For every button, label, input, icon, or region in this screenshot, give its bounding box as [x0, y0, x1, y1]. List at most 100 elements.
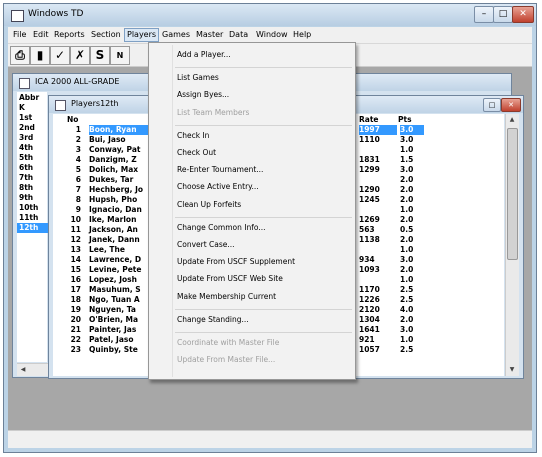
player-cell-rate: 1304	[359, 315, 380, 324]
menu-separator	[175, 332, 352, 333]
player-cell-rate: 1110	[359, 135, 380, 144]
menu-separator	[175, 216, 352, 218]
player-cell-pts: 4.0	[400, 305, 414, 314]
status-bar	[8, 430, 532, 448]
print-icon[interactable]: ⎙	[10, 46, 30, 65]
player-cell-name: Lawrence, D	[89, 255, 142, 264]
menu-item-make-membership-current[interactable]: Make Membership Current	[177, 291, 276, 302]
section-window-title: ICA 2000 ALL-GRADE	[35, 77, 120, 86]
players-scroll-thumb[interactable]	[507, 128, 518, 260]
player-cell-no: 13	[70, 245, 81, 254]
player-cell-name: Quinby, Ste	[89, 345, 138, 354]
player-cell-pts: 2.0	[400, 235, 414, 244]
player-cell-rate: 563	[359, 225, 375, 234]
player-cell-pts: 3.0	[400, 255, 414, 264]
player-cell-pts: 3.0	[400, 165, 414, 174]
player-cell-rate: 1057	[359, 345, 380, 354]
title-bar[interactable]: Windows TD – □ ✕	[4, 4, 536, 26]
section-row[interactable]: 6th	[17, 163, 49, 173]
player-cell-name: Dolich, Max	[89, 165, 139, 174]
section-row[interactable]: 1st	[17, 113, 49, 123]
section-row[interactable]: 3rd	[17, 133, 49, 143]
menu-players[interactable]: Players	[124, 28, 160, 42]
menu-edit[interactable]: Edit	[31, 29, 51, 41]
menu-separator	[175, 67, 352, 69]
player-cell-rate: 1290	[359, 185, 380, 194]
player-cell-rate: 1299	[359, 165, 380, 174]
menu-item-update-from-uscf-web-site[interactable]: Update From USCF Web Site	[177, 273, 283, 284]
player-cell-name: Ignacio, Dan	[89, 205, 142, 214]
section-row[interactable]: 11th	[17, 213, 49, 223]
player-cell-no: 23	[70, 345, 81, 354]
player-cell-pts: 0.5	[400, 225, 414, 234]
menu-item-choose-active-entry[interactable]: Choose Active Entry...	[177, 181, 259, 192]
player-cell-name: Masuhum, S	[89, 285, 141, 294]
double-check-icon[interactable]: ✗	[70, 46, 90, 65]
menu-item-assign-byes[interactable]: Assign Byes...	[177, 89, 229, 100]
section-row[interactable]: 12th	[17, 223, 49, 233]
player-cell-no: 9	[75, 205, 81, 214]
menu-file[interactable]: File	[11, 29, 28, 41]
player-cell-pts: 2.0	[400, 315, 414, 324]
player-cell-no: 11	[70, 225, 81, 234]
menu-section[interactable]: Section	[89, 29, 123, 41]
player-cell-pts: 2.5	[400, 285, 414, 294]
section-row[interactable]: 9th	[17, 193, 49, 203]
menu-item-re-enter-tournament[interactable]: Re-Enter Tournament...	[177, 164, 263, 175]
menu-item-check-in[interactable]: Check In	[177, 130, 209, 141]
scroll-left-icon[interactable]: ◀	[17, 364, 29, 376]
section-row[interactable]: 2nd	[17, 123, 49, 133]
menu-separator	[175, 308, 352, 310]
section-row[interactable]: 5th	[17, 153, 49, 163]
n-icon[interactable]: N	[110, 46, 130, 65]
player-cell-no: 2	[75, 135, 81, 144]
players-header-pts: Pts	[398, 115, 412, 124]
player-cell-pts: 1.5	[400, 155, 414, 164]
s-icon[interactable]: S	[90, 46, 110, 65]
menu-data[interactable]: Data	[227, 29, 250, 41]
menu-item-list-games[interactable]: List Games	[177, 72, 219, 83]
section-row[interactable]: 8th	[17, 183, 49, 193]
menu-master[interactable]: Master	[194, 29, 225, 41]
player-cell-name: Jackson, An	[89, 225, 138, 234]
player-cell-pts: 2.0	[400, 265, 414, 274]
section-row[interactable]: 7th	[17, 173, 49, 183]
menu-reports[interactable]: Reports	[52, 29, 87, 41]
section-row[interactable]: K	[17, 103, 49, 113]
menu-help[interactable]: Help	[291, 29, 313, 41]
section-row[interactable]: 4th	[17, 143, 49, 153]
player-cell-rate: 2120	[359, 305, 380, 314]
menu-item-update-from-uscf-supplement[interactable]: Update From USCF Supplement	[177, 256, 295, 267]
menu-item-clean-up-forfeits[interactable]: Clean Up Forfeits	[177, 199, 241, 210]
menu-games[interactable]: Games	[160, 29, 192, 41]
scroll-down-icon[interactable]: ▼	[506, 364, 518, 376]
player-cell-name: O'Brien, Ma	[89, 315, 139, 324]
bar-chart-icon[interactable]: ▮	[30, 46, 50, 65]
players-vscroll[interactable]: ▲ ▼	[505, 114, 519, 376]
minimize-button[interactable]: –	[474, 6, 494, 23]
menu-window[interactable]: Window	[254, 29, 290, 41]
maximize-button[interactable]: □	[493, 6, 513, 23]
scroll-up-icon[interactable]: ▲	[506, 114, 518, 126]
player-cell-pts: 2.5	[400, 345, 414, 354]
player-cell-no: 22	[70, 335, 81, 344]
player-cell-no: 21	[70, 325, 81, 334]
player-cell-name: Dukes, Tar	[89, 175, 134, 184]
players-maximize-button[interactable]: □	[483, 98, 501, 112]
player-cell-name: Conway, Pat	[89, 145, 141, 154]
players-close-button[interactable]: ✕	[501, 98, 521, 112]
close-button[interactable]: ✕	[512, 6, 534, 23]
player-cell-pts: 2.0	[400, 195, 414, 204]
section-row[interactable]: 10th	[17, 203, 49, 213]
menu-item-add-a-player[interactable]: Add a Player...	[177, 49, 231, 60]
checkmark-icon[interactable]: ✓	[50, 46, 70, 65]
menu-item-change-common-info[interactable]: Change Common Info...	[177, 222, 265, 233]
player-cell-name: Janek, Dann	[89, 235, 140, 244]
menu-item-convert-case[interactable]: Convert Case...	[177, 239, 235, 250]
player-cell-no: 3	[75, 145, 81, 154]
player-cell-no: 4	[75, 155, 81, 164]
menu-item-check-out[interactable]: Check Out	[177, 147, 216, 158]
player-cell-pts: 1.0	[400, 205, 414, 214]
menu-item-change-standing[interactable]: Change Standing...	[177, 314, 249, 325]
player-cell-rate: 921	[359, 335, 375, 344]
